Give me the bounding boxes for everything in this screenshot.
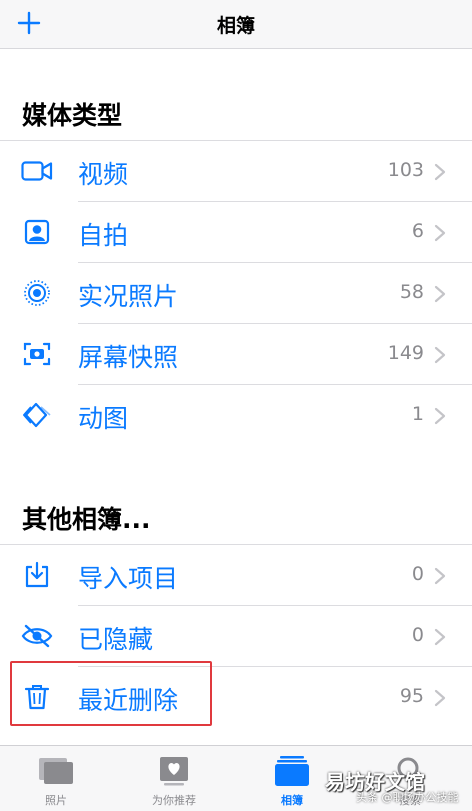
page-title: 相簿 [216, 15, 255, 37]
section-title-other-albums: 其他相簿... [22, 505, 151, 534]
album-row-videos[interactable]: 视频 103 [0, 141, 472, 201]
navigation-bar: 相簿 [0, 0, 472, 49]
chevron-right-icon [434, 346, 446, 364]
album-count: 1 [411, 403, 424, 425]
video-icon [20, 156, 54, 186]
album-count: 0 [411, 563, 424, 585]
portrait-icon [20, 217, 54, 247]
chevron-right-icon [434, 285, 446, 303]
album-label: 动图 [78, 404, 129, 433]
tab-label: 为你推荐 [152, 794, 196, 807]
album-count: 149 [387, 342, 424, 364]
highlight-box [10, 661, 212, 726]
album-count: 103 [387, 159, 424, 181]
album-row-selfies[interactable]: 自拍 6 [0, 202, 472, 262]
tab-label: 照片 [45, 794, 67, 807]
album-row-imports[interactable]: 导入项目 0 [0, 545, 472, 605]
tab-for-you[interactable]: 为你推荐 [124, 746, 224, 811]
hidden-eye-icon [20, 621, 54, 651]
animated-icon [20, 400, 54, 430]
album-count: 0 [411, 624, 424, 646]
photos-tab-icon [36, 754, 76, 788]
album-row-hidden[interactable]: 已隐藏 0 [0, 606, 472, 666]
album-count: 95 [399, 685, 424, 707]
chevron-right-icon [434, 163, 446, 181]
for-you-tab-icon [154, 754, 194, 788]
tab-photos[interactable]: 照片 [6, 746, 106, 811]
chevron-right-icon [434, 689, 446, 707]
live-photo-icon [20, 278, 54, 308]
album-label: 导入项目 [78, 564, 179, 593]
album-row-screenshots[interactable]: 屏幕快照 149 [0, 324, 472, 384]
album-label: 视频 [78, 160, 129, 189]
chevron-right-icon [434, 407, 446, 425]
album-label: 已隐藏 [78, 625, 154, 654]
section-title-media-types: 媒体类型 [22, 101, 123, 130]
album-row-animated[interactable]: 动图 1 [0, 385, 472, 445]
album-label: 自拍 [78, 221, 129, 250]
album-label: 屏幕快照 [78, 343, 179, 372]
albums-tab-icon [272, 754, 312, 788]
album-count: 6 [411, 220, 424, 242]
chevron-right-icon [434, 567, 446, 585]
album-row-live-photos[interactable]: 实况照片 58 [0, 263, 472, 323]
screenshot-icon [20, 339, 54, 369]
watermark-caption: 头条 @职场办公技能 [356, 791, 459, 804]
album-label: 实况照片 [78, 282, 179, 311]
album-count: 58 [399, 281, 424, 303]
import-icon [20, 560, 54, 590]
chevron-right-icon [434, 224, 446, 242]
chevron-right-icon [434, 628, 446, 646]
